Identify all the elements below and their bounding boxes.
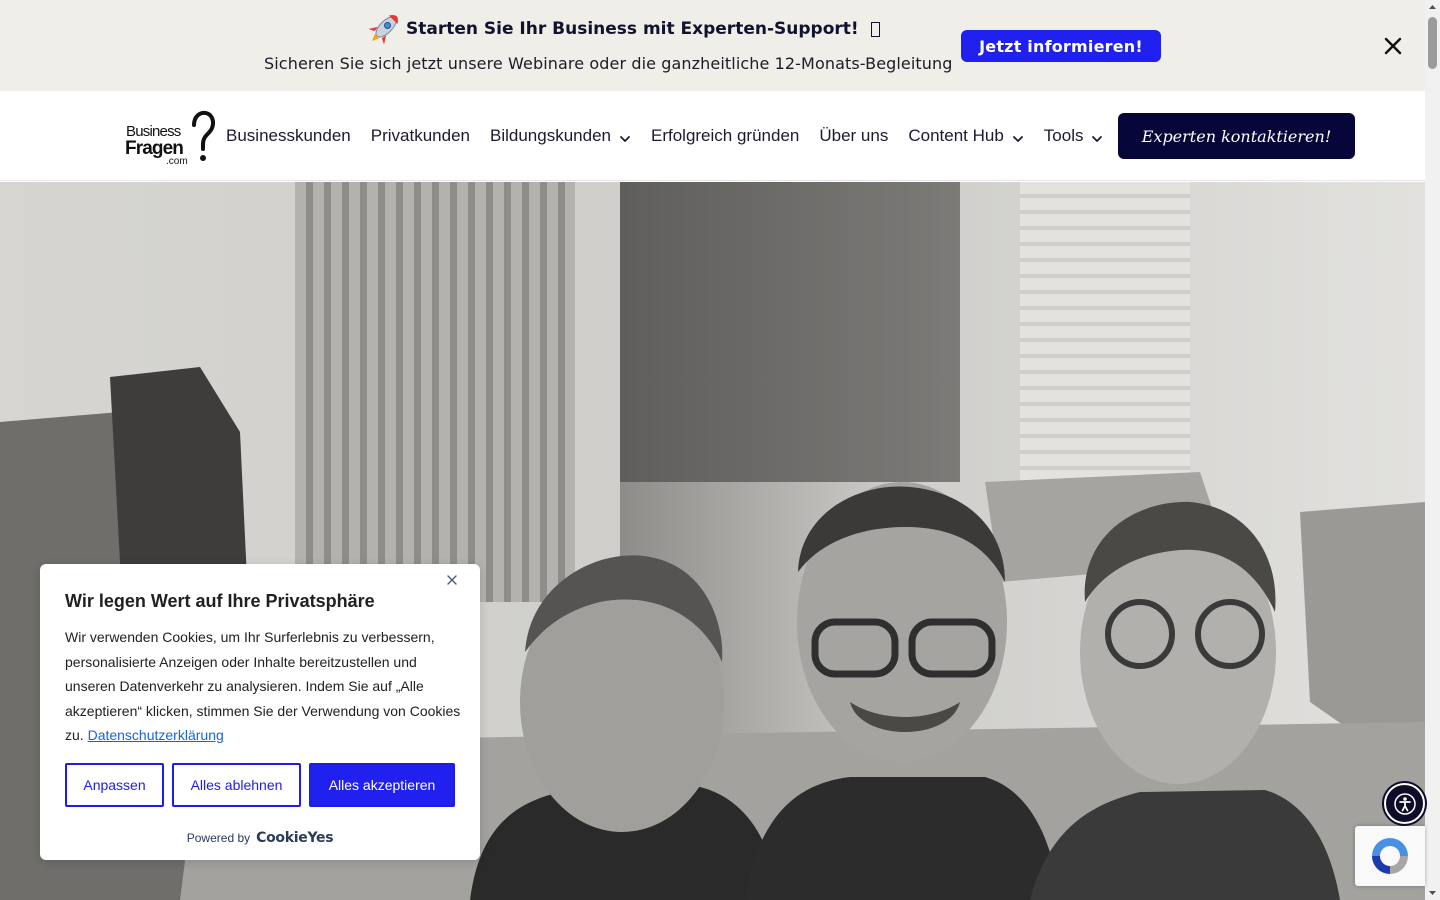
nav-label: Über uns bbox=[819, 126, 889, 145]
chevron-down-icon bbox=[619, 130, 631, 142]
nav-item-bildungskunden[interactable]: Bildungskunden bbox=[490, 126, 631, 146]
nav-label: Bildungskunden bbox=[490, 126, 611, 145]
nav-item-ueber-uns[interactable]: Über uns bbox=[819, 126, 888, 146]
promo-title: Starten Sie Ihr Business mit Experten-Su… bbox=[406, 19, 859, 39]
page-scrollbar[interactable] bbox=[1425, 0, 1440, 900]
nav-item-content-hub[interactable]: Content Hub bbox=[908, 126, 1023, 146]
contact-experts-button[interactable]: Experten kontaktieren! bbox=[1118, 113, 1355, 159]
promo-cta-button[interactable]: Jetzt informieren! bbox=[961, 30, 1161, 62]
nav-label: Erfolgreich gründen bbox=[650, 126, 800, 145]
recaptcha-icon[interactable] bbox=[1355, 826, 1425, 886]
powered-by-label: Powered by bbox=[186, 831, 251, 845]
nav-item-businesskunden[interactable]: Businesskunden bbox=[226, 126, 351, 146]
scroll-up-icon[interactable] bbox=[1425, 0, 1440, 15]
accessibility-icon[interactable] bbox=[1384, 783, 1425, 824]
main-nav: Businesskunden Privatkunden Bildungskund… bbox=[226, 91, 1123, 181]
nav-item-tools[interactable]: Tools bbox=[1044, 126, 1104, 146]
site-header: Business Fragen .com Businesskunden Priv… bbox=[0, 91, 1425, 181]
scrollbar-thumb[interactable] bbox=[1428, 17, 1437, 69]
nav-item-privatkunden[interactable]: Privatkunden bbox=[371, 126, 470, 146]
promo-banner: Starten Sie Ihr Business mit Experten-Su… bbox=[0, 0, 1425, 91]
cookie-consent-dialog: Wir legen Wert auf Ihre Privatsphäre Wir… bbox=[40, 564, 480, 860]
missing-emoji-icon bbox=[870, 21, 880, 37]
site-logo[interactable]: Business Fragen .com bbox=[124, 107, 216, 167]
accept-all-button[interactable]: Alles akzeptieren bbox=[309, 763, 455, 807]
chevron-down-icon bbox=[1091, 130, 1103, 142]
scroll-down-icon[interactable] bbox=[1425, 885, 1440, 900]
cookie-title: Wir legen Wert auf Ihre Privatsphäre bbox=[65, 591, 375, 611]
cookie-button-row: Anpassen Alles ablehnen Alles akzeptiere… bbox=[65, 763, 455, 807]
cookieyes-logo[interactable]: CookieYes bbox=[256, 830, 333, 846]
rocket-icon bbox=[368, 12, 400, 46]
close-icon[interactable] bbox=[444, 572, 460, 588]
nav-label: Content Hub bbox=[908, 126, 1004, 145]
cookie-description: Wir verwenden Cookies, um Ihr Surferlebn… bbox=[65, 625, 461, 748]
nav-label: Businesskunden bbox=[226, 126, 351, 145]
chevron-down-icon bbox=[1012, 130, 1024, 142]
logo-line-3: .com bbox=[166, 156, 188, 165]
close-icon[interactable] bbox=[1381, 34, 1405, 58]
promo-subtitle: Sicheren Sie sich jetzt unsere Webinare … bbox=[264, 54, 953, 73]
nav-item-erfolgreich-gruenden[interactable]: Erfolgreich gründen bbox=[651, 126, 799, 146]
privacy-policy-link[interactable]: Datenschutzerklärung bbox=[88, 727, 224, 743]
reject-all-button[interactable]: Alles ablehnen bbox=[172, 763, 301, 807]
powered-by: Powered by CookieYes bbox=[40, 830, 480, 846]
customize-button[interactable]: Anpassen bbox=[65, 763, 164, 807]
promo-title-row: Starten Sie Ihr Business mit Experten-Su… bbox=[368, 12, 880, 46]
nav-label: Privatkunden bbox=[370, 126, 470, 145]
nav-label: Tools bbox=[1043, 126, 1084, 145]
